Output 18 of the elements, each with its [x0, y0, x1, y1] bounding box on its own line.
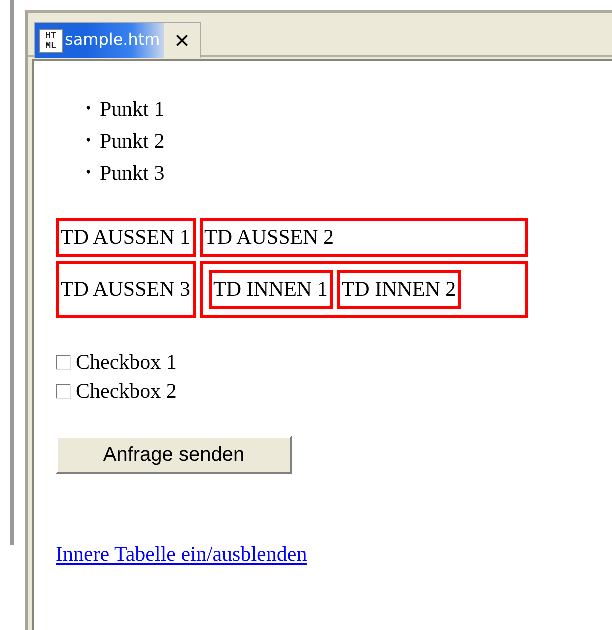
- html-file-icon: HT ML: [39, 28, 63, 52]
- checkbox-label: Checkbox 2: [76, 379, 177, 404]
- toggle-link[interactable]: Innere Tabelle ein/ausblenden: [56, 542, 308, 567]
- table-cell: TD AUSSEN 3: [56, 261, 196, 318]
- list-item: Punkt 1: [100, 96, 165, 123]
- bullet: •: [86, 100, 92, 119]
- bullet: •: [86, 132, 92, 151]
- bullet: •: [86, 164, 92, 183]
- checkbox[interactable]: [56, 355, 71, 370]
- list-item: Punkt 2: [100, 128, 165, 155]
- checkbox[interactable]: [56, 384, 71, 399]
- table-cell: TD AUSSEN 1: [56, 218, 196, 257]
- table-cell: TD INNEN 1: [208, 270, 333, 309]
- table-cell: TD AUSSEN 2: [200, 218, 528, 257]
- table-cell: TD INNEN 2: [336, 270, 462, 309]
- submit-button[interactable]: Anfrage senden: [56, 436, 292, 474]
- checkbox-label: Checkbox 1: [76, 350, 177, 375]
- list-item: Punkt 3: [100, 160, 165, 187]
